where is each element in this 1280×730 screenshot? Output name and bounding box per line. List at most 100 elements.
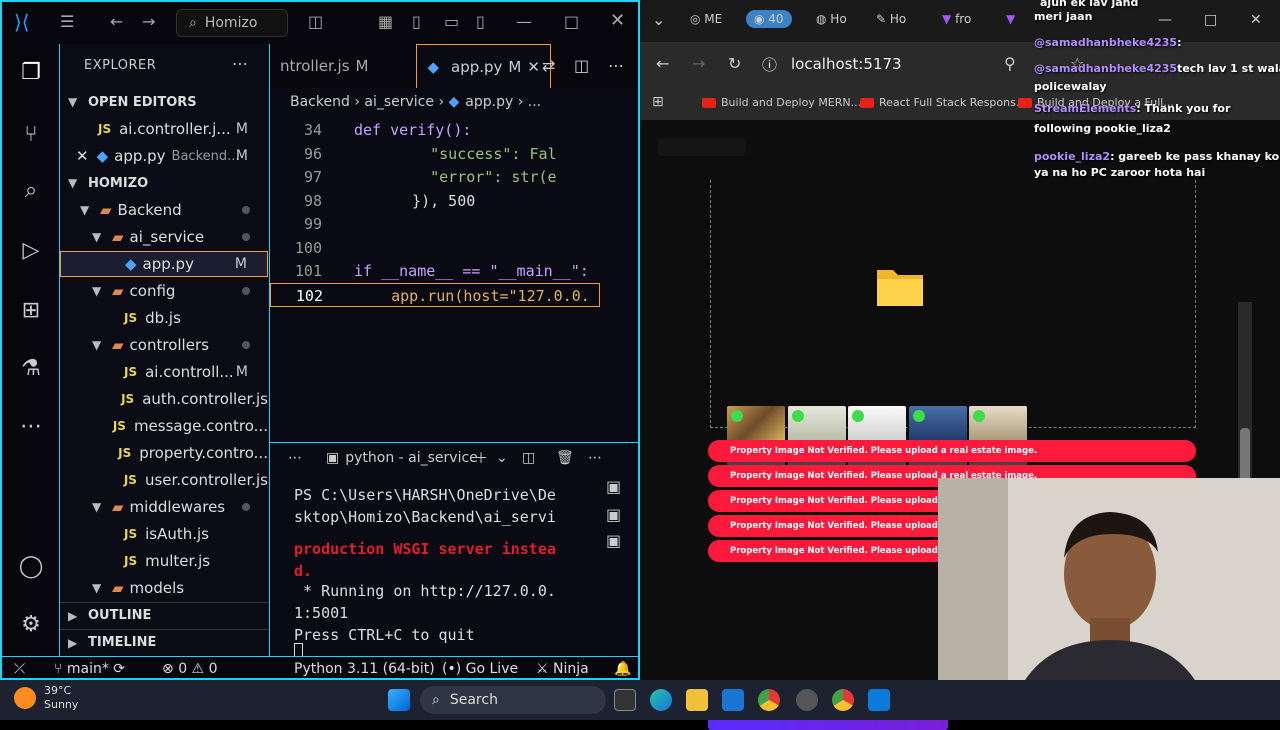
maximize-icon[interactable]: □ [564, 12, 579, 31]
remote-icon[interactable]: ⤫ [14, 661, 25, 677]
browser-tab[interactable]: ▼ fro [942, 12, 971, 26]
python-version[interactable]: Python 3.11 (64-bit) [294, 661, 435, 677]
close-editor-icon[interactable]: ✕ [76, 147, 89, 165]
back-arrow-icon[interactable]: ← [110, 12, 123, 31]
chrome-active-icon[interactable] [832, 689, 854, 711]
terminal-more-icon[interactable]: ⋯ [588, 450, 602, 466]
toggle-panel-icon[interactable]: ▭ [444, 12, 459, 31]
forward-icon[interactable]: → [692, 54, 705, 73]
tree-item[interactable]: JS message.contro... [60, 413, 268, 439]
tree-item[interactable]: JS ai.controll... M [60, 359, 268, 385]
panel-more-icon[interactable]: ⋯ [288, 450, 302, 466]
tree-item[interactable]: ◆ app.py M [60, 251, 268, 277]
bookmark-item[interactable]: Build and Deploy MERN... [702, 96, 861, 109]
source-control-icon[interactable]: ⑂ [16, 120, 46, 150]
minimize-icon[interactable]: — [516, 12, 532, 31]
explorer-more-icon[interactable]: ⋯ [232, 54, 248, 73]
file-explorer-icon[interactable] [686, 689, 708, 711]
back-icon[interactable]: ← [656, 54, 669, 73]
browser-maximize-icon[interactable]: □ [1204, 12, 1217, 28]
go-live-button[interactable]: (•) Go Live [442, 661, 518, 677]
image-upload-dropzone[interactable] [710, 180, 1196, 466]
editor-more-icon[interactable]: ⋯ [608, 56, 624, 75]
breadcrumb-item[interactable]: ... [528, 94, 541, 110]
project-section[interactable]: ▼ HOMIZO [60, 170, 268, 196]
site-info-icon[interactable]: ⓘ [762, 54, 777, 75]
location-icon[interactable]: ⚲ [1004, 54, 1016, 73]
tree-item[interactable]: ▼ ▰ config [60, 278, 268, 304]
close-icon[interactable]: ✕ [610, 10, 625, 31]
terminal-list-icon[interactable]: ▣ [606, 477, 621, 496]
forward-arrow-icon[interactable]: → [142, 12, 155, 31]
breadcrumb-item[interactable]: ai_service [364, 94, 434, 110]
explorer-icon[interactable]: ❐ [16, 58, 46, 88]
tree-item[interactable]: JS user.controller.js [60, 467, 268, 493]
store-icon[interactable] [722, 689, 744, 711]
windows-start-icon[interactable] [388, 689, 410, 711]
testing-icon[interactable]: ⚗ [16, 354, 46, 384]
weather-widget[interactable]: 39°C Sunny [14, 684, 78, 712]
reload-icon[interactable]: ↻ [728, 54, 741, 73]
breadcrumb-item[interactable]: Backend [290, 94, 350, 110]
terminal-tab[interactable]: ▣ python - ai_service [326, 450, 478, 466]
browser-tab[interactable]: ◍ Ho [816, 12, 847, 26]
browser-tab[interactable]: ✎ Ho [876, 12, 906, 26]
toggle-sidebar-icon[interactable]: ▯ [412, 12, 421, 31]
search-view-icon[interactable]: ⌕ [16, 176, 46, 206]
layout-icon[interactable]: ▦ [378, 12, 393, 31]
breadcrumb-item[interactable]: app.py [465, 94, 513, 110]
run-debug-icon[interactable]: ▷ [16, 236, 46, 266]
extensions-icon[interactable]: ⊞ [16, 296, 46, 326]
close-tab-icon[interactable]: ✕ [527, 58, 540, 76]
open-editor-item[interactable]: JS ai.controller.j... M [60, 116, 268, 142]
tree-item[interactable]: JS multer.js [60, 548, 268, 574]
terminal-list-icon[interactable]: ▣ [606, 505, 621, 524]
taskbar-search[interactable]: ⌕ Search [420, 686, 606, 714]
tree-item[interactable]: ▼ ▰ ai_service [60, 224, 268, 250]
chevron-down-icon[interactable]: ⌄ [496, 450, 508, 466]
settings-app-icon[interactable] [796, 689, 818, 711]
browser-tab[interactable]: ◉ 40 [746, 10, 792, 28]
address-bar[interactable]: ⓘ localhost:5173 [762, 48, 1062, 80]
tree-item[interactable]: JS property.contro... [60, 440, 268, 466]
split-editor-icon[interactable]: ◫ [574, 56, 589, 75]
branch-status[interactable]: ⑂ main* ⟳ [54, 661, 125, 677]
ninja-status[interactable]: ⚔ Ninja [536, 661, 589, 677]
open-editors-section[interactable]: ▼ OPEN EDITORS [60, 89, 268, 115]
browser-minimize-icon[interactable]: — [1158, 12, 1172, 28]
outline-section[interactable]: ▶ OUTLINE [60, 602, 268, 628]
vite-tab-icon[interactable]: ▼ [1006, 12, 1015, 26]
tree-item[interactable]: ▼ ▰ models [60, 575, 268, 601]
notifications-bell-icon[interactable]: 🔔 [614, 661, 631, 677]
bookmark-item[interactable]: React Full Stack Respons... [860, 96, 1026, 109]
split-terminal-icon[interactable]: ◫ [522, 450, 535, 466]
apps-grid-icon[interactable]: ⊞ [652, 94, 664, 110]
task-view-icon[interactable] [614, 689, 636, 711]
tree-item[interactable]: JS db.js [60, 305, 268, 331]
problems-status[interactable]: ⊗ 0 ⚠ 0 [162, 661, 217, 677]
tab-search-icon[interactable]: ⌄ [652, 10, 665, 29]
chrome-icon[interactable] [758, 689, 780, 711]
command-center-search[interactable]: ⌕ Homizo [176, 9, 288, 37]
copilot-icon[interactable]: ◫ [308, 12, 323, 31]
tree-item[interactable]: JS isAuth.js [60, 521, 268, 547]
tree-item[interactable]: ▼ ▰ controllers [60, 332, 268, 358]
settings-gear-icon[interactable]: ⚙ [16, 610, 46, 640]
terminal-list-icon[interactable]: ▣ [606, 531, 621, 550]
new-terminal-icon[interactable]: ＋ [474, 448, 488, 468]
more-icon[interactable]: ⋯ [16, 412, 46, 442]
compare-icon[interactable]: ⇄ [542, 56, 555, 75]
tree-item[interactable]: ▼ ▰ Backend [60, 197, 268, 223]
account-icon[interactable]: ◯ [16, 552, 46, 582]
browser-close-icon[interactable]: ✕ [1250, 12, 1262, 28]
open-editor-item[interactable]: ✕ ◆ app.py Backend... M [60, 143, 268, 169]
tree-item[interactable]: JS auth.controller.js [60, 386, 268, 412]
toggle-secondary-sidebar-icon[interactable]: ▯ [476, 12, 485, 31]
trash-icon[interactable]: 🗑 [556, 450, 574, 466]
vscode-taskbar-icon[interactable] [868, 689, 890, 711]
browser-tab[interactable]: ◎ ME [690, 12, 722, 26]
tab-controller[interactable]: ntroller.js M [270, 44, 378, 88]
menu-icon[interactable]: ☰ [60, 12, 74, 31]
tree-item[interactable]: ▼ ▰ middlewares [60, 494, 268, 520]
edge-icon[interactable] [650, 689, 672, 711]
